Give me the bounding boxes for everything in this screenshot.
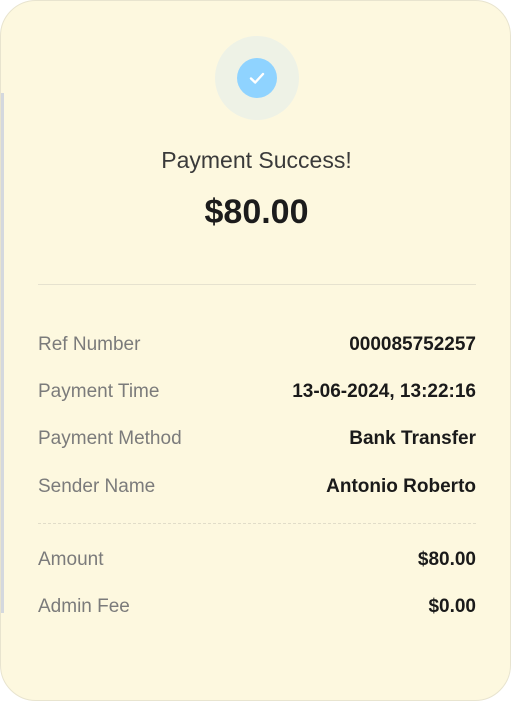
charge-label: Amount [38, 549, 104, 570]
charge-value: $0.00 [428, 596, 476, 617]
charges-divider [38, 523, 476, 524]
payment-receipt-card: Payment Success! $80.00 Ref Number 00008… [0, 0, 511, 701]
detail-value: Antonio Roberto [326, 476, 476, 497]
detail-label: Sender Name [38, 476, 156, 497]
charge-label: Admin Fee [38, 596, 130, 617]
charge-row-admin-fee: Admin Fee $0.00 [38, 596, 476, 622]
detail-value: 13-06-2024, 13:22:16 [292, 381, 476, 402]
detail-value: Bank Transfer [349, 428, 476, 449]
charge-value: $80.00 [417, 549, 476, 570]
detail-row-payment-time: Payment Time 13-06-2024, 13:22:16 [38, 381, 476, 407]
detail-value: 000085752257 [349, 334, 476, 355]
detail-row-sender-name: Sender Name Antonio Roberto [38, 476, 476, 502]
check-icon [249, 72, 265, 84]
detail-label: Payment Time [38, 381, 160, 402]
section-divider [38, 284, 476, 285]
detail-label: Payment Method [38, 428, 182, 449]
check-circle [237, 58, 277, 98]
detail-row-ref-number: Ref Number 000085752257 [38, 334, 476, 360]
charge-row-amount: Amount $80.00 [38, 549, 476, 575]
detail-label: Ref Number [38, 334, 141, 355]
payment-amount: $80.00 [204, 193, 309, 231]
payment-status-title: Payment Success! [161, 147, 352, 173]
success-badge [215, 36, 299, 120]
detail-row-payment-method: Payment Method Bank Transfer [38, 428, 476, 454]
